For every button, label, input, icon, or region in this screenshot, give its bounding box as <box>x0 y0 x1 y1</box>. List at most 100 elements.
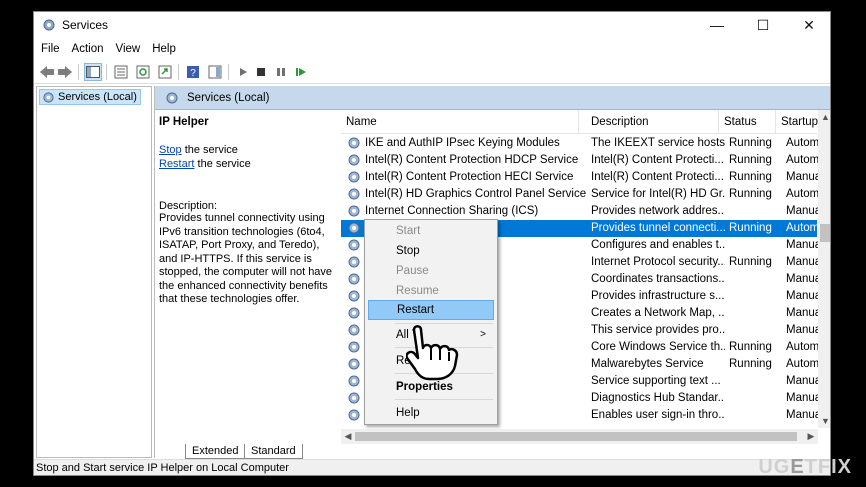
service-row[interactable]: IKE and AuthIP IPsec Keying Modules The I… <box>341 135 819 153</box>
scroll-down-icon[interactable]: ▼ <box>818 414 830 428</box>
forward-icon[interactable] <box>56 63 74 81</box>
toolbar-separator <box>106 64 107 80</box>
service-gear-icon <box>347 136 361 153</box>
service-description-cell: Intel(R) Content Protecti... <box>591 154 724 166</box>
show-hide-tree-icon[interactable] <box>84 63 102 81</box>
stop-service-link[interactable]: Stop <box>159 144 182 156</box>
service-gear-icon <box>347 153 361 170</box>
stop-service-suffix: the service <box>181 144 238 156</box>
service-gear-icon <box>347 221 361 238</box>
vertical-scrollbar[interactable]: ▲ ▼ <box>818 110 830 428</box>
watermark-right: TFIX <box>804 456 852 478</box>
service-startup-cell: Autom <box>786 154 820 166</box>
service-gear-icon <box>347 187 361 204</box>
service-description-cell: Coordinates transactions... <box>591 273 725 285</box>
tab-standard[interactable]: Standard <box>244 444 303 459</box>
menu-action[interactable]: Action <box>67 40 109 58</box>
menu-item-stop[interactable]: Stop <box>368 241 494 261</box>
service-row[interactable]: Intel(R) HD Graphics Control Panel Servi… <box>341 186 819 204</box>
services-gear-icon <box>43 19 55 31</box>
service-status-cell <box>729 203 783 220</box>
service-startup-cell: Manua <box>786 290 820 302</box>
vertical-scroll-thumb[interactable] <box>820 224 830 242</box>
service-status-cell <box>729 407 783 424</box>
column-startup-type[interactable]: Startup <box>776 110 818 134</box>
service-row[interactable]: Intel(R) Content Protection HECI Service… <box>341 169 820 187</box>
menu-item-help[interactable]: Help <box>368 403 494 423</box>
tree-node-services-local[interactable]: Services (Local) <box>39 89 141 105</box>
start-icon[interactable] <box>234 63 252 81</box>
scroll-up-icon[interactable]: ▲ <box>818 110 830 124</box>
show-action-pane-icon[interactable] <box>206 63 224 81</box>
service-description-cell: The IKEEXT service hosts ... <box>591 137 725 149</box>
help-icon[interactable]: ? <box>184 63 202 81</box>
service-status-cell: Running <box>729 188 772 200</box>
column-description[interactable]: Description <box>579 110 719 134</box>
properties-icon[interactable] <box>112 63 130 81</box>
refresh-icon[interactable] <box>134 63 152 81</box>
restart-icon[interactable] <box>292 63 310 81</box>
pane-title: Services (Local) <box>187 92 270 104</box>
service-gear-icon <box>347 170 361 187</box>
window-title: Services <box>62 18 109 32</box>
service-description-cell: Configures and enables t... <box>591 239 725 251</box>
service-description-cell: Diagnostics Hub Standar... <box>591 392 725 404</box>
service-status-cell: Running <box>729 222 772 234</box>
service-startup-cell: Manua <box>786 239 820 251</box>
pause-icon[interactable] <box>272 63 290 81</box>
service-description-cell: Provides network addres... <box>591 205 725 217</box>
service-description-cell: Creates a Network Map, ... <box>591 307 725 319</box>
tab-extended[interactable]: Extended <box>185 444 246 459</box>
scroll-right-icon[interactable]: ▶ <box>804 429 818 444</box>
title-bar: Services — ☐ ✕ <box>34 12 830 38</box>
service-startup-cell: Manua <box>786 256 820 268</box>
menu-view[interactable]: View <box>111 40 146 58</box>
column-status[interactable]: Status <box>719 110 776 134</box>
restart-service-link[interactable]: Restart <box>159 158 194 170</box>
extended-description: IP Helper Stop the service Restart the s… <box>159 114 337 444</box>
hand-cursor-icon <box>406 325 459 381</box>
service-status-cell <box>729 322 783 339</box>
export-list-icon[interactable] <box>156 63 174 81</box>
back-icon[interactable] <box>38 63 56 81</box>
service-gear-icon <box>347 255 361 272</box>
maximize-button[interactable]: ☐ <box>740 12 786 38</box>
description-text: Provides tunnel connectivity using IPv6 … <box>159 212 333 305</box>
restart-service-line: Restart the service <box>159 158 251 170</box>
menu-file[interactable]: File <box>36 40 65 58</box>
service-row[interactable]: Internet Connection Sharing (ICS) Provide… <box>341 203 820 220</box>
horizontal-scrollbar[interactable]: ◀ ▶ <box>341 429 818 444</box>
menu-separator <box>395 399 493 400</box>
service-gear-icon <box>347 391 361 408</box>
status-bar: Stop and Start service IP Helper on Loca… <box>34 459 830 475</box>
close-button[interactable]: ✕ <box>786 12 830 38</box>
service-status-cell: Running <box>729 154 772 166</box>
watermark-logo: UGETFIX <box>758 456 852 479</box>
service-row[interactable]: Intel(R) Content Protection HDCP Service… <box>341 152 820 170</box>
toolbar: ? <box>34 60 830 84</box>
svg-text:?: ? <box>190 68 196 79</box>
horizontal-scroll-thumb[interactable] <box>355 432 797 441</box>
service-startup-cell: Manua <box>786 375 820 387</box>
service-status-cell: Running <box>729 256 772 268</box>
restart-service-suffix: the service <box>194 158 251 170</box>
stop-icon[interactable] <box>252 63 270 81</box>
toolbar-separator <box>78 64 79 80</box>
menu-item-restart[interactable]: Restart <box>368 300 494 320</box>
menu-item-start[interactable]: Start <box>368 221 494 241</box>
stop-service-line: Stop the service <box>159 144 238 156</box>
service-startup-cell: Manua <box>786 273 820 285</box>
tree-node-label: Services (Local) <box>58 91 137 103</box>
service-status-cell <box>729 390 783 407</box>
service-description-cell: Provides tunnel connecti... <box>591 222 725 234</box>
column-name[interactable]: Name <box>341 110 579 134</box>
service-gear-icon <box>347 357 361 374</box>
menu-item-pause[interactable]: Pause <box>368 261 494 281</box>
console-tree: Services (Local) <box>36 86 152 458</box>
scroll-left-icon[interactable]: ◀ <box>341 429 355 444</box>
service-status-cell <box>729 288 783 305</box>
service-description-cell: Core Windows Service th... <box>591 341 725 353</box>
menu-item-resume[interactable]: Resume <box>368 281 494 301</box>
menu-help[interactable]: Help <box>147 40 181 58</box>
minimize-button[interactable]: — <box>694 12 740 38</box>
